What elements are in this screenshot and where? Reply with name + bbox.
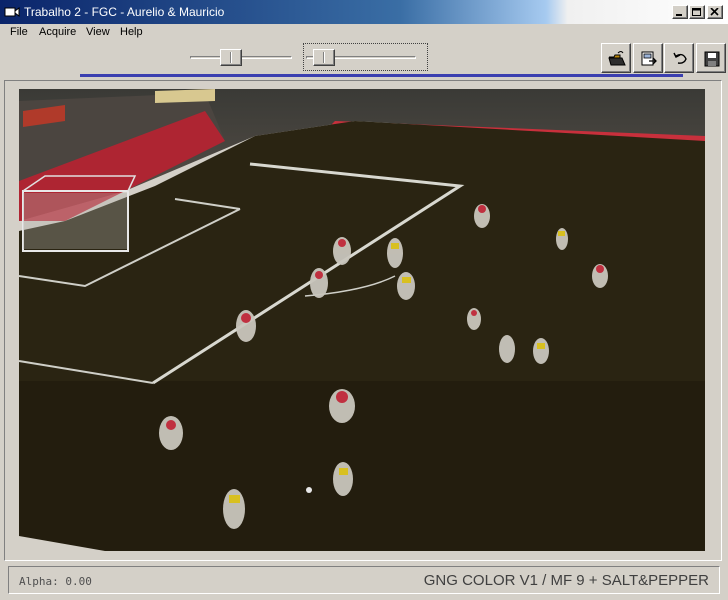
open-button[interactable] [601,43,631,73]
menu-help[interactable]: Help [120,26,143,38]
close-button[interactable] [707,5,723,19]
toolbar [0,42,728,74]
maximize-button[interactable] [689,5,705,19]
save-button[interactable] [696,43,726,73]
alpha-slider[interactable] [190,47,292,67]
open-folder-icon [608,51,626,66]
menu-file[interactable]: File [10,26,28,38]
title-bar[interactable]: Trabalho 2 - FGC - Aurelio & Mauricio [0,0,728,24]
status-panel: Alpha: 0.00 GNG COLOR V1 / MF 9 + SALT&P… [8,566,720,594]
menu-bar: File Acquire View Help [0,24,728,42]
minimize-button[interactable] [672,5,688,19]
save-disk-icon [704,51,720,67]
minimize-icon [676,14,682,16]
window-title: Trabalho 2 - FGC - Aurelio & Mauricio [24,5,225,19]
mode-label: GNG COLOR V1 / MF 9 + SALT&PEPPER [423,572,709,589]
slider-thumb[interactable] [220,49,242,66]
progress-line [80,74,683,77]
menu-acquire[interactable]: Acquire [39,26,76,38]
video-camera-icon[interactable] [4,5,20,19]
video-image [18,89,705,551]
export-frames-icon [641,51,657,66]
app-window: Trabalho 2 - FGC - Aurelio & Mauricio Fi… [0,0,728,600]
export-frames-button[interactable] [633,43,663,73]
second-slider[interactable] [306,47,416,67]
video-frame [4,80,722,561]
status-bar: Alpha: 0.00 GNG COLOR V1 / MF 9 + SALT&P… [0,562,728,600]
maximize-icon [692,8,701,16]
menu-view[interactable]: View [86,26,110,38]
alpha-readout: Alpha: 0.00 [19,575,92,588]
close-icon [710,8,719,16]
undo-icon [673,52,687,64]
undo-button[interactable] [664,43,694,73]
slider-thumb[interactable] [313,49,335,66]
